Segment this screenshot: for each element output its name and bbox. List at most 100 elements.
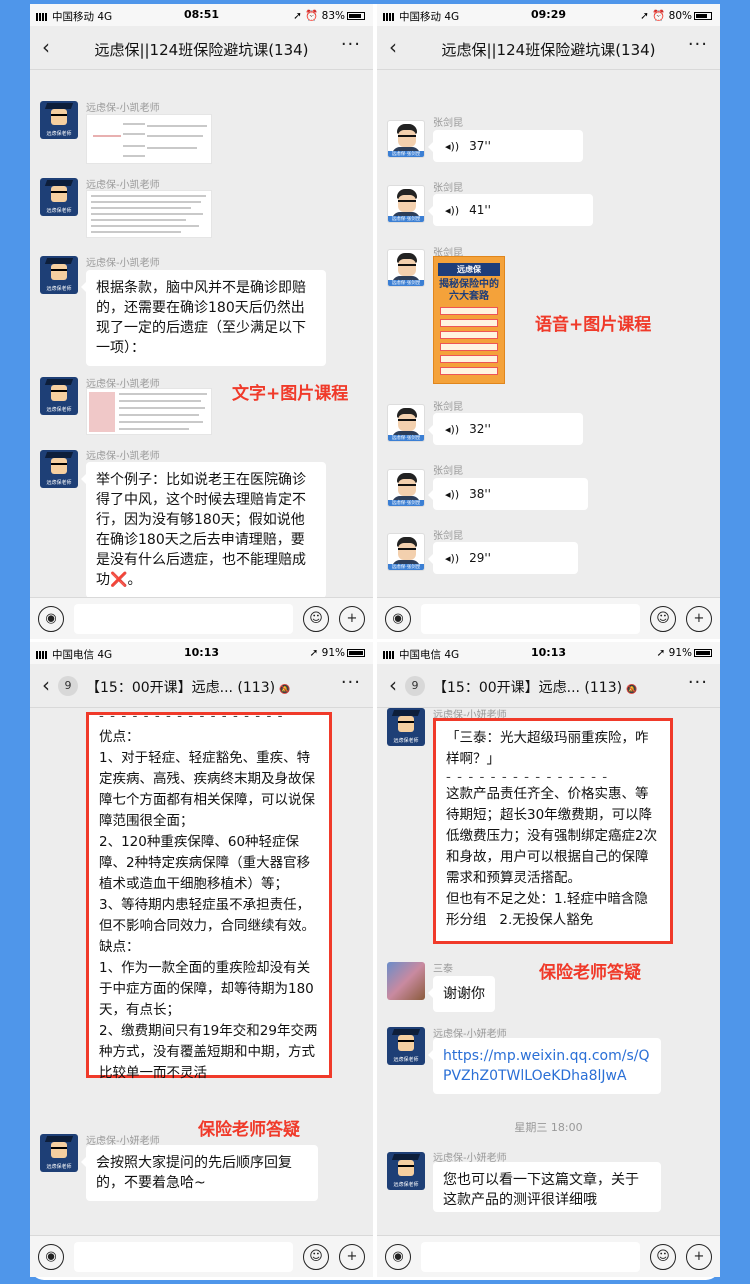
chat-header: ‹ 9 【15：00开课】远虑... (113) 🔕 ··· — [377, 664, 720, 708]
article-link[interactable]: https://mp.weixin.qq.com/s/QPVZhZ0TWlLOe… — [428, 1038, 661, 1094]
annotation-label: 保险老师答疑 — [198, 1120, 300, 1140]
location-icon: ➚ — [656, 647, 666, 659]
screenshot-3: 中国电信 4G 10:13 ➚ 91% ‹ 9 【15：00开课】远虑... (… — [30, 642, 373, 1277]
location-icon: ➚ — [640, 10, 649, 22]
input-bar: ◉ ☺ + — [377, 1235, 720, 1277]
more-button[interactable]: ··· — [341, 672, 361, 693]
teacher-avatar[interactable]: 远虑保老师 — [40, 256, 78, 294]
screenshot-1: 中国移动 4G 08:51 ➚ ⏰ 83% ‹ 远虑保||124班保险避坑课(1… — [30, 4, 373, 639]
alarm-icon: ⏰ — [305, 10, 319, 22]
voice-toggle-icon[interactable]: ◉ — [38, 606, 64, 632]
teacher-avatar[interactable]: 远虑保老师 — [40, 450, 78, 488]
teacher-avatar[interactable]: 远虑保老师 — [387, 1152, 425, 1190]
course-image[interactable] — [86, 114, 212, 164]
battery-text: 83% — [321, 10, 345, 22]
plus-icon[interactable]: + — [686, 1244, 712, 1270]
battery-text: 91% — [321, 647, 345, 659]
input-bar: ◉ ☺ + — [377, 597, 720, 639]
message-input[interactable] — [421, 1242, 640, 1272]
santai-avatar[interactable] — [387, 962, 425, 1000]
voice-wave-icon: ◂)) — [445, 423, 460, 436]
status-bar: 中国移动 4G 08:51 ➚ ⏰ 83% — [30, 4, 373, 26]
voice-wave-icon: ◂)) — [445, 488, 460, 501]
teacher-avatar[interactable]: 远虑保老师 — [40, 1134, 78, 1172]
zhang-avatar[interactable]: 远虑保·张剑昆 — [387, 404, 425, 442]
back-button[interactable]: ‹ — [42, 35, 50, 59]
screenshot-2: 中国移动 4G 09:29 ➚ ⏰ 80% ‹ 远虑保||124班保险避坑课(1… — [377, 4, 720, 639]
battery-icon — [347, 12, 365, 20]
status-bar: 中国移动 4G 09:29 ➚ ⏰ 80% — [377, 4, 720, 26]
zhang-avatar[interactable]: 远虑保·张剑昆 — [387, 185, 425, 223]
emoji-icon[interactable]: ☺ — [303, 1244, 329, 1270]
more-button[interactable]: ··· — [688, 672, 708, 693]
sender-name: 远虑保-小凯老师 — [86, 451, 160, 462]
message-input[interactable] — [74, 1242, 293, 1272]
annotation-label: 文字+图片课程 — [232, 384, 349, 404]
unread-badge: 9 — [58, 676, 78, 696]
back-button[interactable]: ‹ — [389, 35, 397, 59]
divider-text: - - - - - - - - - - - - - - - — [446, 769, 609, 785]
message-text: 谢谢你 — [428, 976, 495, 1012]
highlighted-answer: 「三泰：光大超级玛丽重疾险，咋样啊？」 - - - - - - - - - - … — [433, 718, 673, 944]
more-button[interactable]: ··· — [341, 34, 361, 55]
plus-icon[interactable]: + — [686, 606, 712, 632]
zhang-avatar[interactable]: 远虑保·张剑昆 — [387, 533, 425, 571]
teacher-avatar[interactable]: 远虑保老师 — [40, 178, 78, 216]
annotation-label: 语音+图片课程 — [535, 315, 652, 335]
voice-message[interactable]: ◂)) 38'' — [428, 478, 588, 510]
voice-wave-icon: ◂)) — [445, 140, 460, 153]
course-image[interactable] — [86, 190, 212, 238]
zhang-avatar[interactable]: 远虑保·张剑昆 — [387, 249, 425, 287]
quoted-question: 「三泰：光大超级玛丽重疾险，咋样啊？」 — [446, 730, 649, 767]
chat-title: 远虑保||124班保险避坑课(134) — [441, 41, 656, 59]
message-text: 举个例子：比如说老王在医院确诊得了中风，这个时候去理赔肯定不行，因为没有够180… — [81, 462, 326, 598]
chat-header: ‹ 远虑保||124班保险避坑课(134) ··· — [30, 26, 373, 70]
course-image[interactable] — [86, 388, 212, 435]
voice-toggle-icon[interactable]: ◉ — [385, 1244, 411, 1270]
course-poster-image[interactable]: 远虑保 揭秘保险中的六大套路 — [433, 256, 505, 384]
zhang-avatar[interactable]: 远虑保·张剑昆 — [387, 120, 425, 158]
mute-icon: 🔕 — [626, 685, 638, 695]
status-bar: 中国电信 4G 10:13 ➚ 91% — [377, 642, 720, 664]
poster-title: 远虑保 — [438, 263, 500, 276]
sender-name: 远虑保-小凯老师 — [86, 180, 160, 191]
message-input[interactable] — [421, 604, 640, 634]
voice-message[interactable]: ◂)) 32'' — [428, 413, 583, 445]
chat-title: 【15：00开课】远虑... (113) 🔕 — [433, 680, 638, 696]
zhang-avatar[interactable]: 远虑保·张剑昆 — [387, 469, 425, 507]
voice-toggle-icon[interactable]: ◉ — [38, 1244, 64, 1270]
battery-icon — [347, 649, 365, 657]
more-button[interactable]: ··· — [688, 34, 708, 55]
teacher-avatar[interactable]: 远虑保老师 — [387, 1027, 425, 1065]
annotation-label: 保险老师答疑 — [539, 963, 641, 983]
timestamp: 星期三 18:00 — [514, 1121, 583, 1134]
voice-message[interactable]: ◂)) 41'' — [428, 194, 593, 226]
plus-icon[interactable]: + — [339, 606, 365, 632]
battery-icon — [694, 649, 712, 657]
back-button[interactable]: ‹ — [42, 673, 50, 697]
location-icon: ➚ — [293, 10, 302, 22]
plus-icon[interactable]: + — [339, 1244, 365, 1270]
divider-text: - - - - - - - - - - - - - - - - - — [99, 708, 284, 724]
message-text: 这款产品责任齐全、价格实惠、等待期短；超长30年缴费期，可以降低缴费压力；没有强… — [446, 786, 658, 928]
screenshot-4: 中国电信 4G 10:13 ➚ 91% ‹ 9 【15：00开课】远虑... (… — [377, 642, 720, 1277]
emoji-icon[interactable]: ☺ — [303, 606, 329, 632]
input-bar: ◉ ☺ + — [30, 1235, 373, 1277]
teacher-avatar[interactable]: 远虑保老师 — [40, 101, 78, 139]
voice-wave-icon: ◂)) — [445, 204, 460, 217]
message-input[interactable] — [74, 604, 293, 634]
sender-name: 张剑昆 — [433, 402, 463, 413]
back-button[interactable]: ‹ — [389, 673, 397, 697]
battery-text: 80% — [668, 10, 692, 22]
voice-toggle-icon[interactable]: ◉ — [385, 606, 411, 632]
sender-name: 远虑保-小凯老师 — [86, 103, 160, 114]
teacher-avatar[interactable]: 远虑保老师 — [387, 708, 425, 746]
voice-message[interactable]: ◂)) 29'' — [428, 542, 578, 574]
teacher-avatar[interactable]: 远虑保老师 — [40, 377, 78, 415]
sender-name: 张剑昆 — [433, 118, 463, 129]
emoji-icon[interactable]: ☺ — [650, 606, 676, 632]
voice-message[interactable]: ◂)) 37'' — [428, 130, 583, 162]
emoji-icon[interactable]: ☺ — [650, 1244, 676, 1270]
input-bar: ◉ ☺ + — [30, 597, 373, 639]
sender-name: 张剑昆 — [433, 531, 463, 542]
